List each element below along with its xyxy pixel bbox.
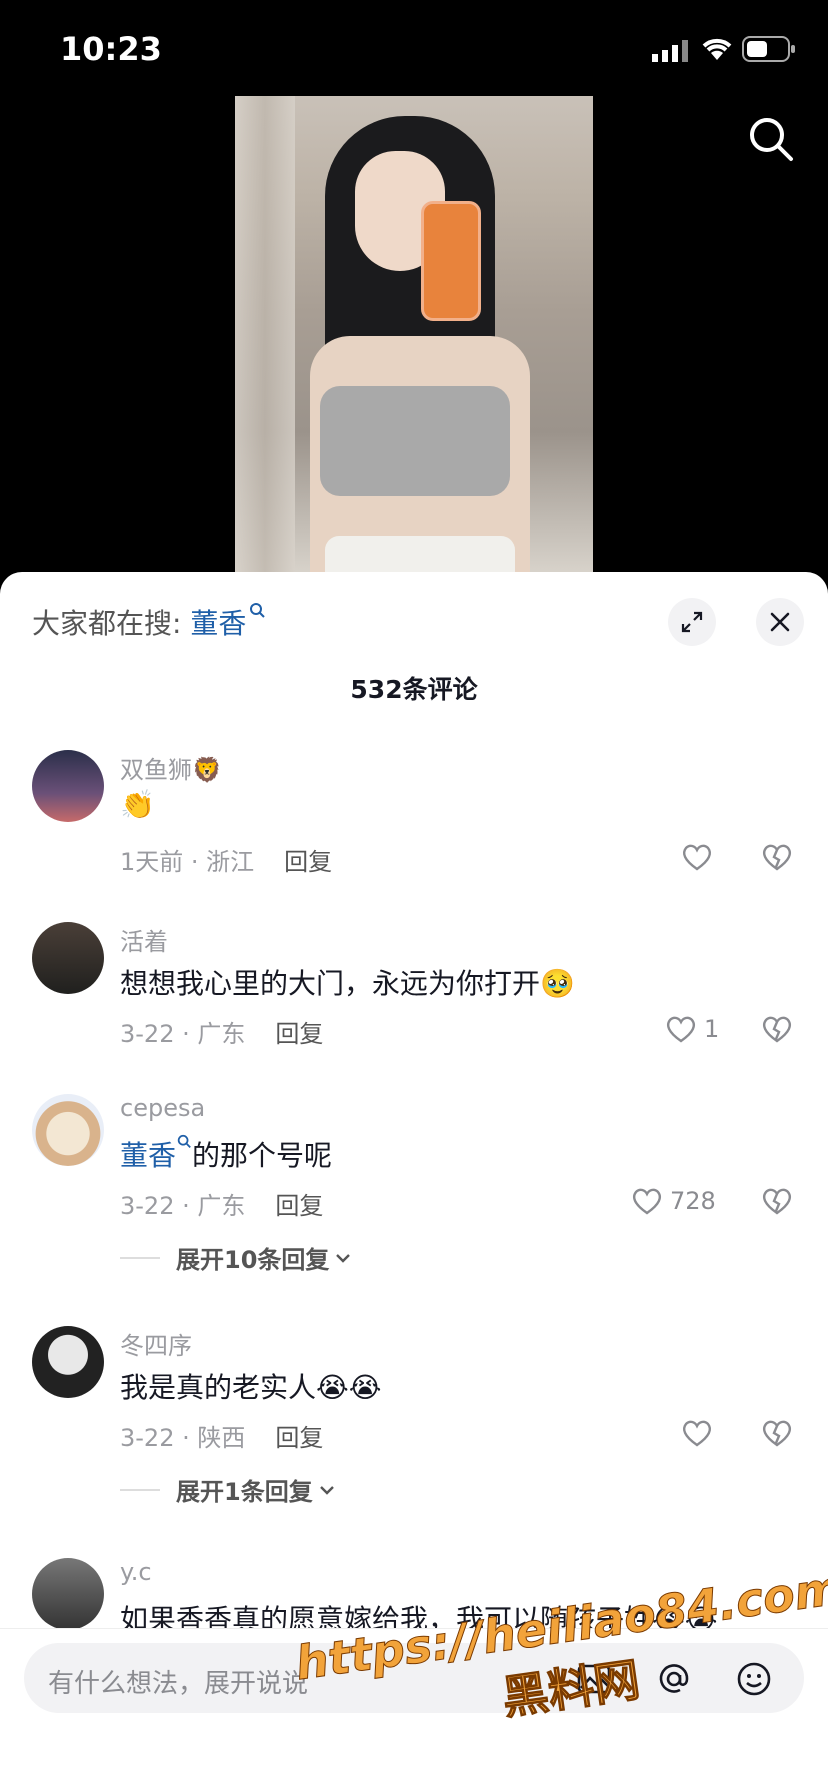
comment-date-location: 1天前 · 浙江 — [120, 848, 255, 876]
like-button[interactable] — [680, 840, 720, 874]
like-count: 1 — [704, 1015, 720, 1043]
comment-username[interactable]: cepesa — [120, 1094, 205, 1122]
like-button[interactable]: 1 — [664, 1012, 719, 1046]
status-time: 10:23 — [60, 30, 162, 68]
dislike-icon[interactable] — [760, 840, 794, 874]
trending-prefix: 大家都在搜: — [32, 607, 191, 640]
comment-meta: 3-22 · 广东 回复 — [120, 1186, 323, 1221]
avatar[interactable] — [32, 750, 104, 822]
avatar[interactable] — [32, 1094, 104, 1166]
heart-icon — [683, 844, 711, 871]
comment-date-location: 3-22 · 广东 — [120, 1020, 246, 1048]
heart-icon — [667, 1016, 695, 1043]
chevron-down-icon — [336, 1253, 351, 1263]
reply-button[interactable]: 回复 — [284, 848, 332, 876]
expand-button[interactable] — [668, 598, 716, 646]
divider — [120, 1256, 160, 1259]
signal-icon — [652, 40, 688, 62]
heart-icon — [683, 1420, 711, 1447]
comment-date-location: 3-22 · 广东 — [120, 1192, 246, 1220]
comment-date-location: 3-22 · 陕西 — [120, 1424, 246, 1452]
comment-meta: 1天前 · 浙江 回复 — [120, 842, 332, 877]
heart-icon — [633, 1188, 661, 1215]
wifi-icon — [702, 38, 732, 60]
comment-meta: 3-22 · 广东 回复 — [120, 1014, 323, 1049]
expand-icon — [681, 611, 703, 633]
comment-username[interactable]: 冬四序 — [120, 1326, 192, 1361]
status-bar: 10:23 — [0, 0, 828, 96]
expand-replies-button[interactable]: 展开10条回复 — [120, 1240, 353, 1275]
dislike-icon[interactable] — [760, 1184, 794, 1218]
reply-button[interactable]: 回复 — [275, 1192, 323, 1220]
like-count: 728 — [670, 1187, 716, 1215]
chevron-down-icon — [319, 1485, 334, 1495]
battery-icon — [742, 36, 795, 62]
comment-text: 👏 — [120, 788, 155, 821]
dislike-icon[interactable] — [760, 1012, 794, 1046]
close-icon — [770, 612, 790, 632]
comment-meta: 3-22 · 陕西 回复 — [120, 1418, 323, 1453]
search-icon — [177, 1134, 191, 1148]
close-button[interactable] — [756, 598, 804, 646]
video-frame-image — [235, 96, 593, 576]
like-button[interactable]: 728 — [630, 1184, 716, 1218]
search-icon — [250, 603, 266, 618]
comment-count: 532条评论 — [350, 675, 478, 704]
search-icon[interactable] — [748, 116, 794, 162]
comment-username[interactable]: 活着 — [120, 922, 168, 957]
avatar[interactable] — [32, 1326, 104, 1398]
comment-username[interactable]: 双鱼狮🦁 — [120, 750, 222, 785]
expand-replies-label: 展开10条回复 — [176, 1246, 330, 1274]
reply-button[interactable]: 回复 — [275, 1424, 323, 1452]
comment-text: 董香 的那个号呢 — [120, 1134, 332, 1174]
comment-username[interactable]: y.c — [120, 1558, 152, 1586]
like-button[interactable] — [680, 1416, 720, 1450]
expand-replies-label: 展开1条回复 — [176, 1478, 313, 1506]
comment-input-placeholder: 有什么想法，展开说说 — [48, 1669, 309, 1699]
comment-text: 我是真的老实人😭😭 — [120, 1371, 382, 1404]
expand-replies-button[interactable]: 展开1条回复 — [120, 1472, 337, 1507]
avatar[interactable] — [32, 1558, 104, 1630]
comment-keyword-link[interactable]: 董香 — [120, 1139, 176, 1172]
trending-keyword[interactable]: 董香 — [190, 607, 246, 640]
divider — [120, 1488, 160, 1491]
reply-button[interactable]: 回复 — [275, 1020, 323, 1048]
comment-text-rest: 的那个号呢 — [192, 1139, 333, 1172]
dislike-icon[interactable] — [760, 1416, 794, 1450]
comment-text: 想想我心里的大门，永远为你打开🥹 — [120, 967, 575, 1000]
avatar[interactable] — [32, 922, 104, 994]
trending-search[interactable]: 大家都在搜: 董香 — [32, 602, 266, 642]
video-player[interactable] — [0, 96, 828, 576]
